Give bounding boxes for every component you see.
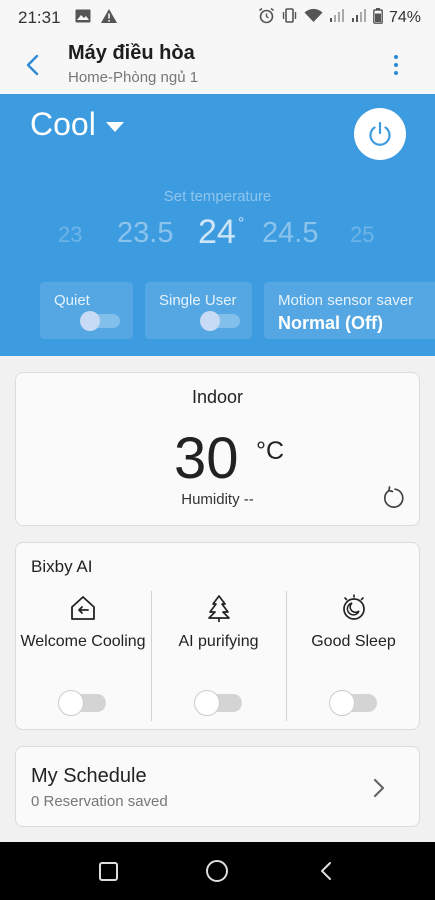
status-bar: 21:31 74% — [0, 0, 435, 36]
battery-percent: 74% — [388, 9, 421, 26]
selected-temperature[interactable]: 24 ° — [198, 213, 244, 252]
status-icons: 74% — [258, 7, 421, 29]
good-sleep-toggle[interactable] — [328, 690, 377, 716]
system-nav-bar — [0, 842, 435, 900]
indoor-temperature: 30 — [174, 426, 239, 491]
power-icon — [369, 121, 391, 146]
back-arrow-icon — [321, 862, 331, 880]
indoor-title: Indoor — [191, 387, 244, 407]
temperature-option[interactable]: 25 — [350, 222, 374, 248]
toggle-knob — [80, 311, 100, 331]
home-button[interactable] — [206, 860, 228, 882]
caret-down-icon — [105, 121, 124, 132]
schedule-subtitle: 0 Reservation saved — [31, 793, 168, 810]
schedule-title: My Schedule — [31, 765, 147, 787]
home-return-icon — [68, 593, 98, 623]
alarm-icon — [258, 7, 275, 29]
toggle-knob — [328, 690, 355, 716]
bixby-item-label: AI purifying — [178, 633, 259, 650]
quiet-label: Quiet — [54, 292, 90, 309]
bixby-item-label: Welcome Cooling — [20, 633, 146, 650]
bixby-title: Bixby AI — [31, 557, 93, 576]
toggle-knob — [193, 690, 220, 716]
temperature-option[interactable]: 23 — [58, 222, 82, 248]
chevron-right-icon — [372, 777, 386, 799]
page-subtitle: Home-Phòng ngủ 1 — [68, 69, 199, 86]
temperature-option[interactable]: 23.5 — [117, 217, 173, 250]
mode-selector[interactable]: Cool — [30, 106, 124, 143]
single-user-label: Single User — [159, 292, 237, 309]
indoor-card: Indoor 30 °C Humidity -- — [15, 372, 420, 526]
schedule-card[interactable]: My Schedule 0 Reservation saved — [15, 746, 420, 827]
signal-icon — [329, 8, 345, 28]
bixby-item-welcome-cooling[interactable]: Welcome Cooling — [16, 591, 150, 721]
refresh-icon — [383, 486, 404, 508]
set-temperature-label: Set temperature — [163, 188, 272, 205]
control-panel: Cool Set temperature 23 23.5 24 ° 24.5 25… — [0, 94, 435, 356]
more-vertical-icon — [394, 55, 398, 59]
bixby-item-ai-purifying[interactable]: AI purifying — [151, 591, 285, 721]
welcome-cooling-toggle[interactable] — [58, 690, 106, 716]
refresh-button[interactable] — [381, 486, 405, 510]
motion-sensor-label: Motion sensor saver — [278, 292, 414, 309]
ai-purifying-toggle[interactable] — [193, 690, 242, 716]
quiet-toggle[interactable] — [80, 311, 120, 331]
motion-sensor-value: Normal (Off) — [278, 313, 383, 333]
selected-temperature-value: 24 — [198, 213, 236, 251]
alert-icon — [100, 9, 117, 27]
signal-icon — [351, 8, 367, 28]
tree-icon — [204, 593, 234, 623]
status-time: 21:31 — [18, 8, 61, 27]
wifi-icon — [304, 8, 323, 28]
image-icon — [75, 9, 91, 27]
indoor-temperature-unit: °C — [256, 437, 285, 465]
bixby-ai-card: Bixby AI Welcome Cooling AI purifying Go… — [15, 542, 420, 730]
temperature-option[interactable]: 24.5 — [262, 217, 318, 250]
power-button[interactable] — [354, 108, 406, 160]
app-bar: Máy điều hòa Home-Phòng ngủ 1 — [0, 36, 435, 94]
more-options-button[interactable] — [386, 52, 406, 78]
mode-label: Cool — [30, 106, 96, 142]
chevron-left-icon — [26, 54, 39, 76]
quiet-option[interactable]: Quiet — [40, 282, 133, 339]
toggle-knob — [58, 690, 84, 716]
bixby-item-label: Good Sleep — [311, 633, 396, 650]
page-title: Máy điều hòa — [68, 42, 195, 64]
single-user-option[interactable]: Single User — [145, 282, 252, 339]
toggle-knob — [200, 311, 220, 331]
single-user-toggle[interactable] — [200, 311, 240, 331]
sleep-moon-icon — [339, 593, 369, 623]
humidity-label: Humidity -- — [181, 491, 254, 508]
vibrate-icon — [281, 7, 298, 29]
bixby-item-good-sleep[interactable]: Good Sleep — [286, 591, 420, 721]
battery-icon — [373, 7, 383, 29]
system-back-button[interactable] — [316, 860, 338, 882]
degree-symbol: ° — [237, 215, 245, 232]
motion-sensor-option[interactable]: Motion sensor saver Normal (Off) — [264, 282, 435, 339]
back-button[interactable] — [22, 52, 44, 78]
recent-apps-button[interactable] — [99, 862, 118, 881]
